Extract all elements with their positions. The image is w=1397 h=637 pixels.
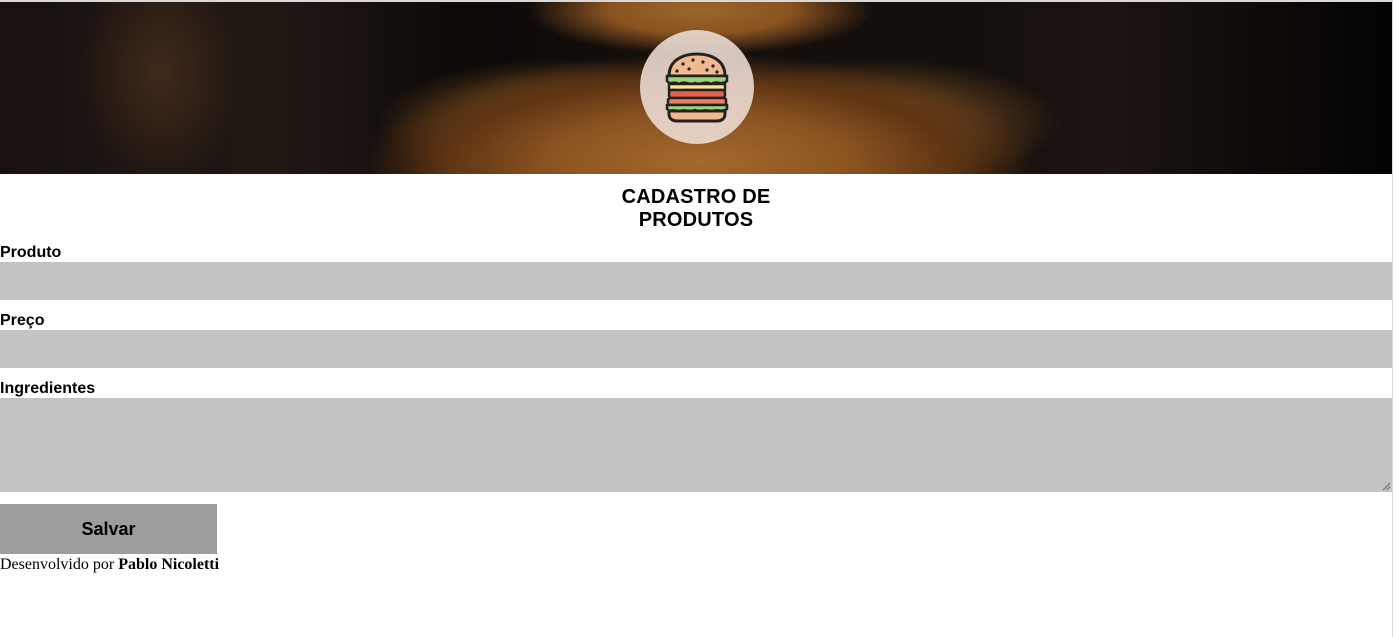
product-form: Produto Preço Ingredientes Salvar (0, 244, 1392, 554)
footer: Desenvolvido por Pablo Nicoletti (0, 556, 1392, 574)
footer-author: Pablo Nicoletti (118, 556, 220, 573)
logo (640, 30, 754, 144)
preco-input[interactable] (0, 330, 1392, 368)
resize-grip-icon[interactable] (1382, 482, 1390, 490)
page-title-line-2: PRODUTOS (638, 209, 754, 231)
produto-input[interactable] (0, 262, 1392, 300)
footer-prefix: Desenvolvido por (0, 556, 119, 573)
ingredientes-textarea[interactable] (0, 398, 1392, 492)
page: CADASTRO DE PRODUTOS Produto Preço Ingre… (0, 0, 1393, 637)
produto-label: Produto (0, 244, 62, 261)
page-title-line-1: CADASTRO DE (621, 186, 771, 208)
ingredientes-label: Ingredientes (0, 380, 96, 397)
preco-label: Preço (0, 312, 45, 329)
page-title: CADASTRO DE PRODUTOS (546, 186, 846, 232)
hero-banner (0, 2, 1392, 174)
save-button[interactable]: Salvar (0, 504, 217, 554)
burger-icon (665, 52, 729, 123)
